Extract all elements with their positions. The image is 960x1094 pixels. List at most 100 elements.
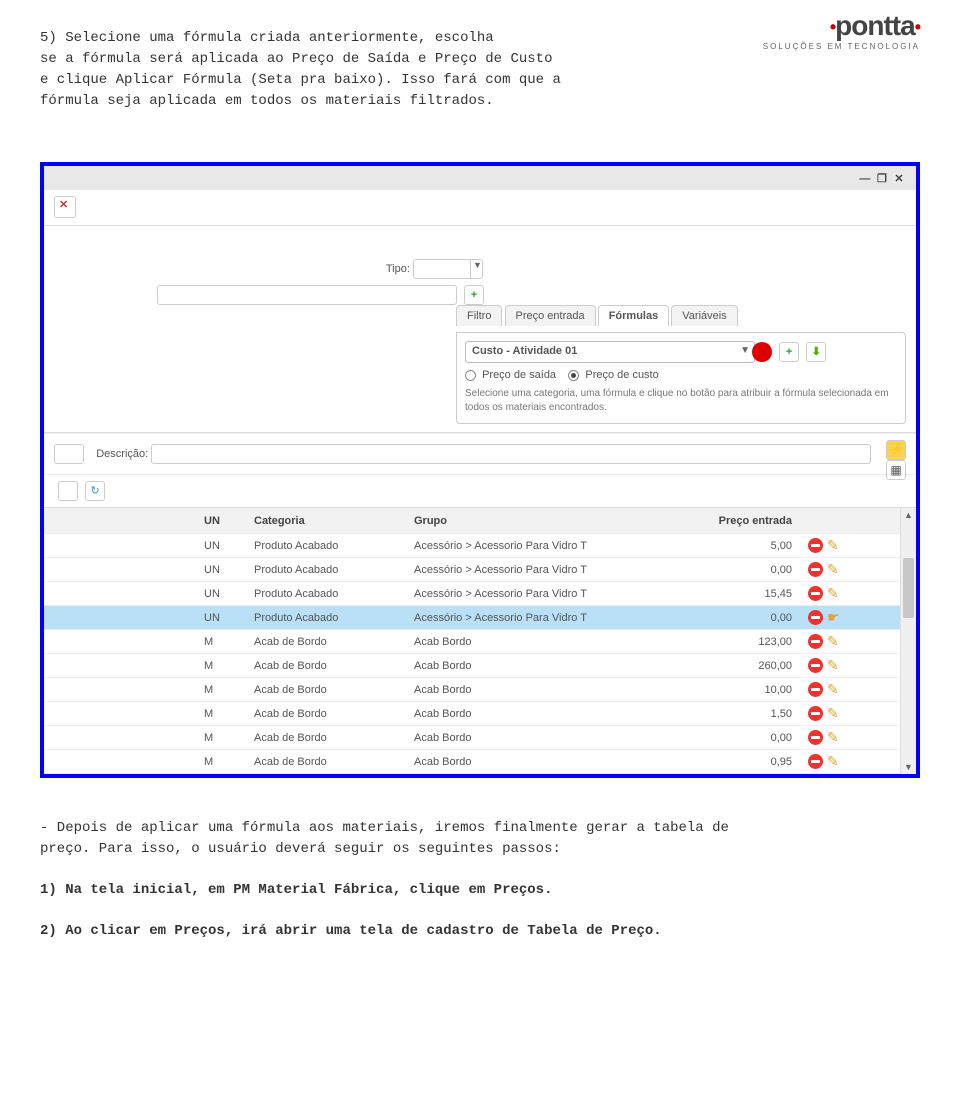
delete-icon[interactable] bbox=[808, 562, 823, 577]
table-row[interactable]: MAcab de BordoAcab Bordo0,95 bbox=[44, 750, 916, 774]
label-preco-custo: Preço de custo bbox=[585, 369, 658, 381]
cell-categoria: Acab de Bordo bbox=[254, 756, 414, 768]
window-controls: — ❐ ✕ bbox=[44, 166, 916, 190]
close-icon[interactable]: ✕ bbox=[892, 172, 906, 185]
radio-preco-custo[interactable] bbox=[568, 370, 579, 381]
minimize-icon[interactable]: — bbox=[858, 173, 872, 185]
table-row[interactable]: UNProduto AcabadoAcessório > Acessorio P… bbox=[44, 582, 916, 606]
cell-grupo: Acab Bordo bbox=[414, 636, 664, 648]
cell-grupo: Acessório > Acessorio Para Vidro T bbox=[414, 564, 664, 576]
edit-icon[interactable] bbox=[827, 538, 842, 553]
delete-icon[interactable] bbox=[808, 658, 823, 673]
cell-preco: 10,00 bbox=[664, 684, 804, 696]
edit-icon[interactable] bbox=[827, 754, 842, 769]
tab-body-formulas: Custo - Atividade 01 ▼ + ⬇ Preço de saíd… bbox=[456, 332, 906, 424]
table-row[interactable]: MAcab de BordoAcab Bordo123,00 bbox=[44, 630, 916, 654]
delete-icon[interactable] bbox=[808, 634, 823, 649]
table-row[interactable]: UNProduto AcabadoAcessório > Acessorio P… bbox=[44, 606, 916, 630]
cell-categoria: Produto Acabado bbox=[254, 564, 414, 576]
cell-un: M bbox=[194, 636, 254, 648]
cell-categoria: Produto Acabado bbox=[254, 540, 414, 552]
add-formula-icon[interactable]: + bbox=[779, 342, 799, 362]
small-input[interactable] bbox=[54, 444, 84, 464]
refresh-icon[interactable] bbox=[85, 481, 105, 501]
tab-bar: Filtro Preço entrada Fórmulas Variáveis bbox=[456, 305, 906, 326]
cell-grupo: Acab Bordo bbox=[414, 708, 664, 720]
brand-logo: pontta SOLUÇÕES EM TECNOLOGIA bbox=[763, 10, 920, 51]
chevron-down-icon[interactable]: ▼ bbox=[470, 260, 484, 278]
cell-preco: 0,95 bbox=[664, 756, 804, 768]
table-row[interactable]: MAcab de BordoAcab Bordo10,00 bbox=[44, 678, 916, 702]
cell-grupo: Acab Bordo bbox=[414, 660, 664, 672]
table-row[interactable]: UNProduto AcabadoAcessório > Acessorio P… bbox=[44, 534, 916, 558]
formula-select-value: Custo - Atividade 01 bbox=[472, 345, 577, 357]
col-categoria[interactable]: Categoria bbox=[254, 515, 414, 527]
doc-step-2: 2) Ao clicar em Preços, irá abrir uma te… bbox=[40, 921, 920, 942]
cell-categoria: Produto Acabado bbox=[254, 588, 414, 600]
app-screenshot: — ❐ ✕ Tipo: ▼ + Filtro bbox=[40, 162, 920, 778]
edit-icon[interactable] bbox=[827, 586, 842, 601]
cell-un: M bbox=[194, 708, 254, 720]
highlight-marker bbox=[752, 342, 772, 362]
apply-formula-icon[interactable]: ⬇ bbox=[806, 342, 826, 362]
tab-filtro[interactable]: Filtro bbox=[456, 305, 502, 326]
tab-variaveis[interactable]: Variáveis bbox=[671, 305, 737, 326]
cell-un: M bbox=[194, 732, 254, 744]
cell-categoria: Acab de Bordo bbox=[254, 684, 414, 696]
edit-icon[interactable] bbox=[827, 658, 842, 673]
delete-icon[interactable] bbox=[808, 682, 823, 697]
brand-tagline: SOLUÇÕES EM TECNOLOGIA bbox=[763, 42, 920, 51]
descricao-input[interactable] bbox=[151, 444, 871, 464]
cell-categoria: Acab de Bordo bbox=[254, 636, 414, 648]
edit-icon[interactable] bbox=[827, 634, 842, 649]
delete-icon[interactable] bbox=[808, 754, 823, 769]
delete-icon[interactable] bbox=[808, 586, 823, 601]
helper-text: Selecione uma categoria, uma fórmula e c… bbox=[465, 387, 897, 415]
edit-icon[interactable] bbox=[827, 562, 842, 577]
table-row[interactable]: MAcab de BordoAcab Bordo1,50 bbox=[44, 702, 916, 726]
cell-categoria: Acab de Bordo bbox=[254, 660, 414, 672]
cell-preco: 0,00 bbox=[664, 564, 804, 576]
grid-icon[interactable] bbox=[886, 460, 906, 480]
brand-name: pontta bbox=[763, 10, 920, 42]
delete-icon[interactable] bbox=[808, 610, 823, 625]
radio-preco-saida[interactable] bbox=[465, 370, 476, 381]
cell-preco: 1,50 bbox=[664, 708, 804, 720]
doc-step-1: 1) Na tela inicial, em PM Material Fábri… bbox=[40, 880, 920, 901]
blank-input-1[interactable] bbox=[157, 285, 457, 305]
delete-icon[interactable] bbox=[808, 730, 823, 745]
cancel-icon[interactable] bbox=[54, 196, 76, 218]
scrollbar-thumb[interactable] bbox=[903, 558, 914, 618]
blank-tool-1[interactable] bbox=[58, 481, 78, 501]
edit-icon[interactable] bbox=[827, 706, 842, 721]
cell-preco: 260,00 bbox=[664, 660, 804, 672]
col-preco-entrada[interactable]: Preço entrada bbox=[664, 515, 804, 527]
add-icon[interactable]: + bbox=[464, 285, 484, 305]
cell-un: UN bbox=[194, 612, 254, 624]
vertical-scrollbar[interactable]: ▲ ▼ bbox=[900, 508, 916, 774]
edit-icon[interactable] bbox=[827, 730, 842, 745]
table-row[interactable]: MAcab de BordoAcab Bordo0,00 bbox=[44, 726, 916, 750]
table-row[interactable]: UNProduto AcabadoAcessório > Acessorio P… bbox=[44, 558, 916, 582]
cell-grupo: Acab Bordo bbox=[414, 732, 664, 744]
flash-icon[interactable]: ⚡ bbox=[886, 440, 906, 460]
tab-formulas[interactable]: Fórmulas bbox=[598, 305, 670, 326]
cell-un: UN bbox=[194, 588, 254, 600]
table-row[interactable]: MAcab de BordoAcab Bordo260,00 bbox=[44, 654, 916, 678]
col-grupo[interactable]: Grupo bbox=[414, 515, 664, 527]
doc-outro-1: - Depois de aplicar uma fórmula aos mate… bbox=[40, 818, 920, 860]
formula-select[interactable]: Custo - Atividade 01 ▼ bbox=[465, 341, 755, 363]
delete-icon[interactable] bbox=[808, 538, 823, 553]
cell-categoria: Produto Acabado bbox=[254, 612, 414, 624]
label-preco-saida: Preço de saída bbox=[482, 369, 556, 381]
tab-preco-entrada[interactable]: Preço entrada bbox=[505, 305, 596, 326]
cell-preco: 15,45 bbox=[664, 588, 804, 600]
delete-icon[interactable] bbox=[808, 706, 823, 721]
cell-preco: 123,00 bbox=[664, 636, 804, 648]
materials-grid: UN Categoria Grupo Preço entrada UNProdu… bbox=[44, 508, 916, 774]
maximize-icon[interactable]: ❐ bbox=[875, 172, 889, 185]
edit-icon[interactable] bbox=[827, 682, 842, 697]
col-un[interactable]: UN bbox=[194, 515, 254, 527]
cell-preco: 0,00 bbox=[664, 732, 804, 744]
chevron-down-icon[interactable]: ▼ bbox=[740, 345, 750, 356]
